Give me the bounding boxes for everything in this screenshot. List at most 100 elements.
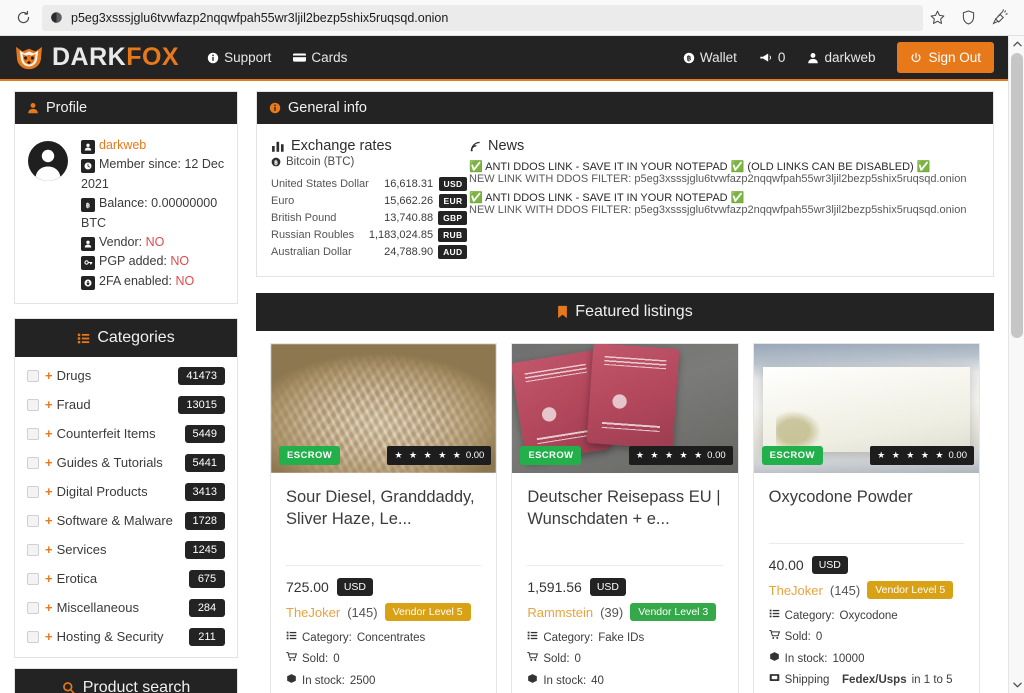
category-checkbox[interactable] [27,631,39,643]
category-label: Fraud [57,397,91,412]
category-row[interactable]: + Counterfeit Items 5449 [15,419,237,448]
listing-sold: Sold: 0 [527,649,722,670]
listing-image[interactable]: ESCROW ★ ★ ★ ★ ★ 0.00 [512,344,737,473]
listing-card[interactable]: ESCROW ★ ★ ★ ★ ★ 0.00 Deutscher Reisepas… [511,343,738,693]
category-checkbox[interactable] [27,399,39,411]
listing-vendor-name[interactable]: TheJoker [769,583,823,598]
brand-logo[interactable]: DARKFOX [14,43,179,72]
news-item[interactable]: ✅ ANTI DDOS LINK - SAVE IT IN YOUR NOTEP… [469,160,979,185]
expand-icon[interactable]: + [45,600,53,615]
page-scrollbar[interactable] [1008,36,1024,693]
category-checkbox[interactable] [27,602,39,614]
listing-category-label: Category: [543,628,593,649]
expand-icon[interactable]: + [45,397,53,412]
chevron-up-icon[interactable] [1009,36,1024,52]
category-row[interactable]: + Guides & Tutorials 5441 [15,448,237,477]
listing-vendor-sales: (39) [600,605,623,620]
category-checkbox[interactable] [27,428,39,440]
profile-member-since-label: Member since: [99,157,181,171]
rate-currency-name: Australian Dollar [271,243,369,260]
listing-image[interactable]: ESCROW ★ ★ ★ ★ ★ 0.00 [271,344,496,473]
category-row[interactable]: + Drugs 41473 [15,361,237,390]
listing-card[interactable]: ESCROW ★ ★ ★ ★ ★ 0.00 Sour Diesel, Grand… [270,343,497,693]
listing-vendor-name[interactable]: Rammstein [527,605,593,620]
nav-link-wallet[interactable]: ฿ Wallet [683,50,737,65]
cart-icon [286,651,297,662]
category-label: Guides & Tutorials [57,455,163,470]
category-checkbox[interactable] [27,544,39,556]
expand-icon[interactable]: + [45,542,53,557]
broom-icon[interactable] [991,9,1008,26]
listing-vendor-sales: (145) [347,605,377,620]
listing-vendor-name[interactable]: TheJoker [286,605,340,620]
list-icon [527,630,538,641]
box-icon [769,651,780,662]
escrow-badge: ESCROW [520,446,581,465]
listing-sold-value: 0 [333,649,339,670]
brand-text: DARKFOX [52,43,179,72]
category-count: 1728 [185,512,225,530]
nav-link-support-label: Support [224,50,271,65]
shield-icon[interactable] [960,9,977,26]
news-section: News ✅ ANTI DDOS LINK - SAVE IT IN YOUR … [469,138,979,260]
profile-panel-title: Profile [46,100,87,116]
category-checkbox[interactable] [27,573,39,585]
product-search-header: Product search [15,669,237,693]
category-row[interactable]: + Digital Products 3413 [15,477,237,506]
expand-icon[interactable]: + [45,455,53,470]
expand-icon[interactable]: + [45,513,53,528]
exchange-rates-title-row: Exchange rates [271,138,451,154]
profile-member-since: Member since: 12 Dec 2021 [81,155,225,194]
category-row[interactable]: + Hosting & Security 211 [15,622,237,651]
profile-username-row[interactable]: darkweb [81,136,225,155]
scrollbar-thumb[interactable] [1011,53,1023,338]
expand-icon[interactable]: + [45,426,53,441]
news-body: NEW LINK WITH DDOS FILTER: p5eg3xsssjglu… [469,204,979,216]
category-row[interactable]: + Erotica 675 [15,564,237,593]
listing-title[interactable]: Oxycodone Powder [769,487,964,531]
star-rating-value: 0.00 [707,450,726,461]
category-count: 5449 [185,425,225,443]
listing-image[interactable]: ESCROW ★ ★ ★ ★ ★ 0.00 [754,344,979,473]
reload-icon[interactable] [10,5,36,31]
category-checkbox[interactable] [27,515,39,527]
category-row[interactable]: + Software & Malware 1728 [15,506,237,535]
rate-value: 24,788.90 [369,243,438,260]
category-checkbox[interactable] [27,457,39,469]
expand-icon[interactable]: + [45,629,53,644]
category-count: 5441 [185,454,225,472]
listing-body: Oxycodone Powder 40.00 USD TheJoker (145… [754,473,979,693]
nav-link-account-label: darkweb [824,50,875,65]
listing-category-value: Oxycodone [840,606,898,627]
nav-link-account[interactable]: darkweb [807,50,875,65]
url-text: p5eg3xsssjglu6tvwfazp2nqqwfpah55wr3ljil2… [71,11,448,25]
star-icon[interactable] [929,9,946,26]
box-icon [527,673,538,684]
expand-icon[interactable]: + [45,484,53,499]
listing-card[interactable]: ESCROW ★ ★ ★ ★ ★ 0.00 Oxycodone Powder [753,343,980,693]
category-row[interactable]: + Miscellaneous 284 [15,593,237,622]
expand-icon[interactable]: + [45,571,53,586]
listing-title[interactable]: Deutscher Reisepass EU | Wunschdaten + e… [527,487,722,553]
expand-icon[interactable]: + [45,368,53,383]
nav-link-cards[interactable]: Cards [293,50,347,65]
listing-title[interactable]: Sour Diesel, Granddaddy, Sliver Haze, Le… [286,487,481,553]
category-checkbox[interactable] [27,486,39,498]
category-row[interactable]: + Services 1245 [15,535,237,564]
nav-link-support[interactable]: Support [207,50,271,65]
table-row: British Pound 13,740.88 GBP [271,209,467,226]
profile-username[interactable]: darkweb [99,138,146,152]
chevron-down-icon[interactable] [1009,677,1024,693]
rate-currency-name: British Pound [271,209,369,226]
url-bar[interactable]: p5eg3xsssjglu6tvwfazp2nqqwfpah55wr3ljil2… [42,5,923,31]
listing-category-label: Category: [785,606,835,627]
browser-action-icons [929,9,1014,26]
sign-out-button[interactable]: Sign Out [897,42,994,73]
nav-link-announcements[interactable]: 0 [759,50,786,65]
svg-text:฿: ฿ [86,201,91,209]
category-row[interactable]: + Fraud 13015 [15,390,237,419]
cart-icon [527,651,538,662]
listing-category: Category: Concentrates [286,628,481,649]
news-item[interactable]: ✅ ANTI DDOS LINK - SAVE IT IN YOUR NOTEP… [469,191,979,216]
category-checkbox[interactable] [27,370,39,382]
